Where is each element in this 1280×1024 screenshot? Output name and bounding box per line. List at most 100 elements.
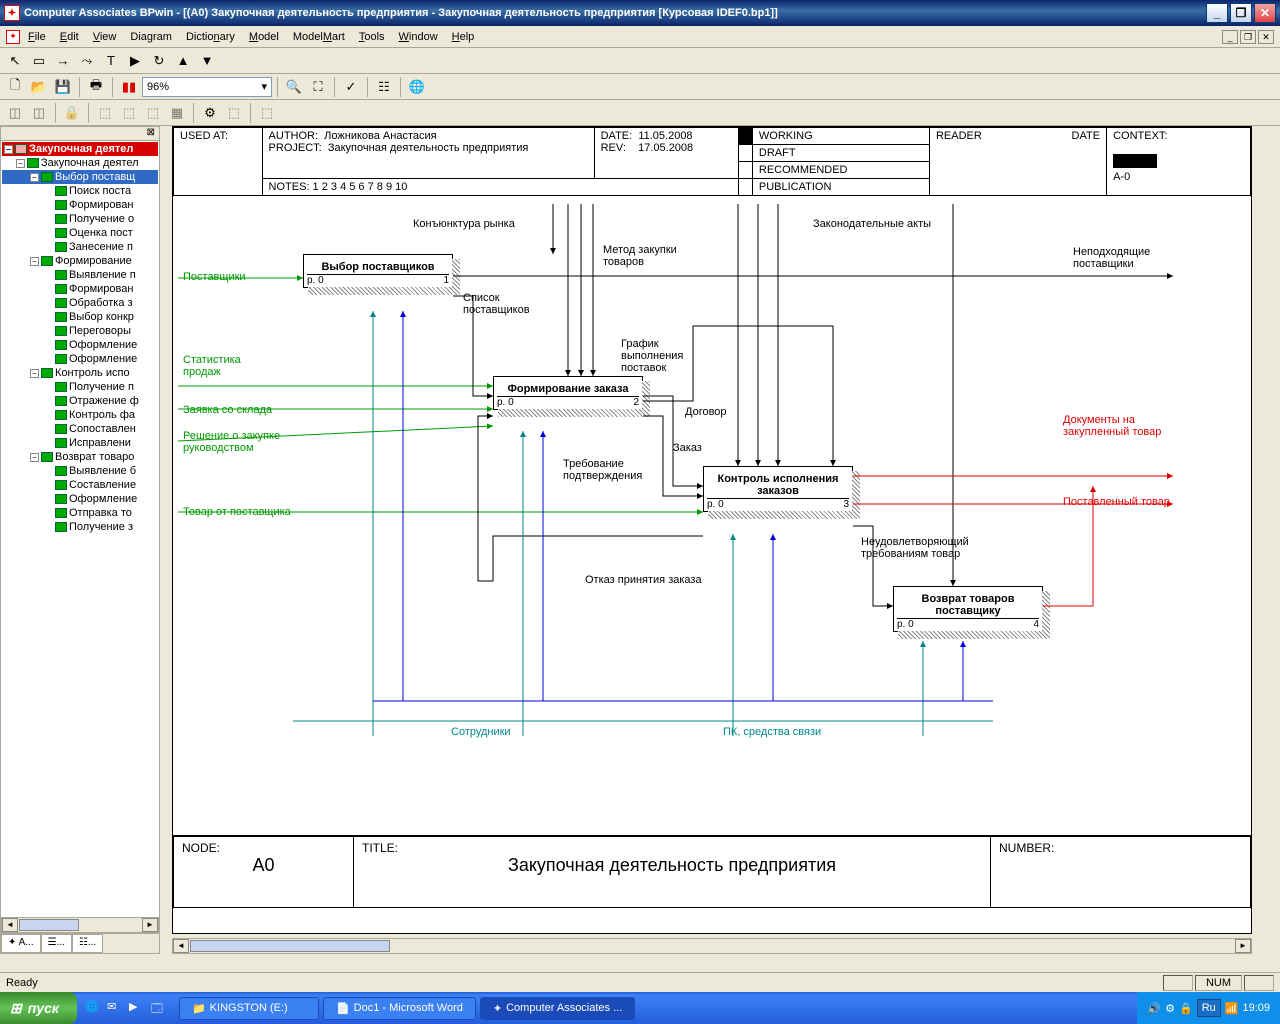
tree-item[interactable]: Получение п — [2, 380, 158, 394]
tree-item[interactable]: Занесение п — [2, 240, 158, 254]
diagram-canvas[interactable]: USED AT: AUTHOR: Ложникова Анастасия PRO… — [172, 126, 1252, 934]
tree-item[interactable]: Переговоры — [2, 324, 158, 338]
mm-2[interactable]: ◫ — [28, 102, 50, 124]
tool-arrow[interactable]: → — [52, 50, 74, 72]
activity-1[interactable]: Выбор поставщиков р. 01 — [303, 254, 453, 288]
tool-play[interactable]: ▶ — [124, 50, 146, 72]
canvas-hscroll[interactable]: ◄► — [172, 938, 1252, 954]
tree-item[interactable]: − Формирование — [2, 254, 158, 268]
tree-item[interactable]: Выявление п — [2, 268, 158, 282]
tool-text[interactable]: T — [100, 50, 122, 72]
close-button[interactable]: ✕ — [1254, 3, 1276, 23]
tray-3[interactable]: 🔒 — [1179, 1002, 1193, 1015]
tree-item[interactable]: Выявление б — [2, 464, 158, 478]
menu-tools[interactable]: Tools — [353, 29, 391, 45]
tray-1[interactable]: 🔊 — [1147, 1002, 1161, 1015]
menu-dictionary[interactable]: Dictionary — [180, 29, 241, 45]
tree-item[interactable]: Оформление — [2, 352, 158, 366]
tree-item[interactable]: Поиск поста — [2, 184, 158, 198]
activity-2[interactable]: Формирование заказа р. 02 — [493, 376, 643, 410]
menu-edit[interactable]: Edit — [54, 29, 85, 45]
tree-item[interactable]: Составление — [2, 478, 158, 492]
menu-modelmart[interactable]: ModelMart — [287, 29, 351, 45]
menu-diagram[interactable]: Diagram — [124, 29, 178, 45]
tool-zoomfit[interactable]: ⛶ — [307, 76, 329, 98]
tool-pointer[interactable]: ↖ — [4, 50, 26, 72]
side-tab-objects[interactable]: ☷... — [72, 934, 103, 953]
tree-item[interactable]: Получение о — [2, 212, 158, 226]
lbl-reshenie: Решение о закупке руководством — [183, 430, 303, 454]
tree-item[interactable]: Отражение ф — [2, 394, 158, 408]
maximize-button[interactable]: ❐ — [1230, 3, 1252, 23]
model-tree[interactable]: − Закупочная деятел− Закупочная деятел− … — [1, 141, 159, 917]
tool-report[interactable]: ▮▮ — [118, 76, 140, 98]
mm-grid[interactable]: ▦ — [166, 102, 188, 124]
tree-item[interactable]: Формирован — [2, 282, 158, 296]
side-tab-activities[interactable]: ✦ A... — [1, 934, 41, 953]
mdi-close[interactable]: ✕ — [1258, 30, 1274, 44]
side-tab-diagrams[interactable]: ☰... — [41, 934, 72, 953]
tree-item[interactable]: Обработка з — [2, 296, 158, 310]
mm-1[interactable]: ◫ — [4, 102, 26, 124]
menu-view[interactable]: View — [87, 29, 123, 45]
tool-up[interactable]: ▲ — [172, 50, 194, 72]
mm-7[interactable]: ⬚ — [223, 102, 245, 124]
tree-item[interactable]: − Контроль испо — [2, 366, 158, 380]
mm-4[interactable]: ⬚ — [118, 102, 140, 124]
task-kingston[interactable]: 📁 KINGSTON (E:) — [179, 997, 319, 1020]
mm-3[interactable]: ⬚ — [94, 102, 116, 124]
menu-model[interactable]: Model — [243, 29, 285, 45]
tool-new[interactable]: 🗋 — [4, 76, 26, 98]
tool-down[interactable]: ▼ — [196, 50, 218, 72]
menu-file[interactable]: File — [22, 29, 52, 45]
tree-item[interactable]: Получение з — [2, 520, 158, 534]
task-word[interactable]: 📄 Doc1 - Microsoft Word — [323, 997, 476, 1020]
minimize-button[interactable]: _ — [1206, 3, 1228, 23]
mdi-minimize[interactable]: _ — [1222, 30, 1238, 44]
tree-item[interactable]: Выбор конкр — [2, 310, 158, 324]
ql-desktop[interactable]: 🗔 — [151, 1000, 167, 1016]
tree-item[interactable]: Контроль фа — [2, 408, 158, 422]
tree-item[interactable]: Отправка то — [2, 506, 158, 520]
explorer-close[interactable]: ⊠ — [1, 127, 159, 141]
tool-activity[interactable]: ▭ — [28, 50, 50, 72]
activity-4[interactable]: Возврат товаров поставщику р. 04 — [893, 586, 1043, 632]
tree-item[interactable]: − Выбор поставщ — [2, 170, 158, 184]
tree-item[interactable]: Формирован — [2, 198, 158, 212]
menu-window[interactable]: Window — [393, 29, 444, 45]
start-button[interactable]: ⊞пуск — [0, 992, 77, 1024]
tool-model-explorer[interactable]: ☷ — [373, 76, 395, 98]
tree-item[interactable]: Сопоставлен — [2, 422, 158, 436]
tree-item[interactable]: Исправлени — [2, 436, 158, 450]
tree-item[interactable]: − Закупочная деятел — [2, 156, 158, 170]
tool-open[interactable]: 📂 — [28, 76, 50, 98]
tool-spellcheck[interactable]: ✓ — [340, 76, 362, 98]
tool-zoomin[interactable]: 🔍 — [283, 76, 305, 98]
tool-refresh[interactable]: ↻ — [148, 50, 170, 72]
ql-ie[interactable]: 🌐 — [85, 1000, 101, 1016]
tree-item[interactable]: Оформление — [2, 492, 158, 506]
tool-save[interactable]: 💾 — [52, 76, 74, 98]
tree-item[interactable]: Оформление — [2, 338, 158, 352]
mm-lock[interactable]: 🔒 — [61, 102, 83, 124]
tray-lang[interactable]: Ru — [1197, 999, 1221, 1017]
tray-4[interactable]: 📶 — [1225, 1002, 1239, 1015]
tree-item[interactable]: Оценка пост — [2, 226, 158, 240]
tool-squiggle[interactable]: ⤳ — [76, 50, 98, 72]
zoom-combo[interactable]: 96%▾ — [142, 77, 272, 97]
mdi-restore[interactable]: ❐ — [1240, 30, 1256, 44]
mm-6[interactable]: ⚙ — [199, 102, 221, 124]
lbl-tovar-ot: Товар от поставщика — [183, 506, 291, 518]
mm-8[interactable]: ⬚ — [256, 102, 278, 124]
activity-3[interactable]: Контроль исполнения заказов р. 03 — [703, 466, 853, 512]
task-bpwin[interactable]: ✦ Computer Associates ... — [480, 997, 635, 1020]
tray-2[interactable]: ⚙ — [1165, 1002, 1175, 1015]
mm-5[interactable]: ⬚ — [142, 102, 164, 124]
ql-mail[interactable]: ✉ — [107, 1000, 123, 1016]
tree-hscroll[interactable]: ◄► — [1, 917, 159, 933]
tool-print[interactable]: 🖶 — [85, 76, 107, 98]
tool-globe[interactable]: 🌐 — [406, 76, 428, 98]
tree-item[interactable]: − Возврат товаро — [2, 450, 158, 464]
menu-help[interactable]: Help — [446, 29, 481, 45]
ql-media[interactable]: ▶ — [129, 1000, 145, 1016]
